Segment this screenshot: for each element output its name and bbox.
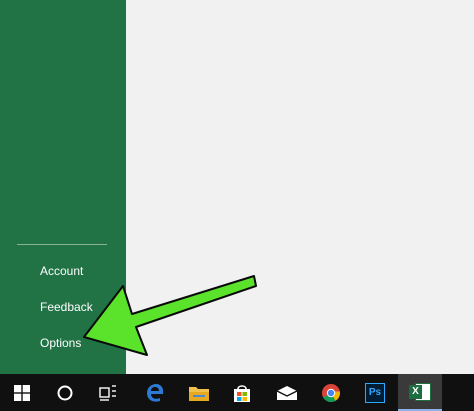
store-button[interactable]	[220, 374, 264, 411]
cortana-button[interactable]	[43, 374, 87, 411]
start-button[interactable]	[0, 374, 44, 411]
sidebar-divider	[17, 244, 107, 245]
edge-browser-button[interactable]	[133, 374, 177, 411]
task-view-icon	[99, 384, 116, 401]
backstage-sidebar: Account Feedback Options	[0, 0, 126, 374]
file-explorer-button[interactable]	[177, 374, 221, 411]
task-view-button[interactable]	[86, 374, 130, 411]
excel-icon-label: X	[412, 386, 419, 397]
photoshop-icon: Ps	[365, 382, 385, 403]
sidebar-item-label: Feedback	[40, 300, 93, 314]
photoshop-icon-label: Ps	[368, 387, 382, 398]
backstage-content-area	[126, 0, 474, 374]
excel-window: Account Feedback Options Ps X	[0, 0, 474, 411]
mail-envelope-icon	[276, 385, 298, 400]
store-bag-icon	[234, 384, 250, 402]
edge-icon	[147, 383, 164, 402]
windows-taskbar: Ps X	[0, 374, 474, 411]
chrome-icon	[322, 383, 341, 402]
chrome-button[interactable]	[309, 374, 353, 411]
mail-button[interactable]	[265, 374, 309, 411]
sidebar-item-feedback[interactable]: Feedback	[0, 292, 126, 322]
sidebar-item-options[interactable]: Options	[0, 328, 126, 358]
photoshop-button[interactable]: Ps	[353, 374, 397, 411]
sidebar-item-label: Options	[40, 336, 82, 350]
cortana-circle-icon	[57, 385, 73, 400]
folder-icon	[189, 386, 209, 401]
sidebar-item-account[interactable]: Account	[0, 256, 126, 286]
excel-icon: X	[409, 382, 431, 402]
excel-taskbar-button[interactable]: X	[398, 374, 442, 411]
windows-logo-icon	[14, 384, 30, 401]
sidebar-item-label: Account	[40, 264, 84, 278]
